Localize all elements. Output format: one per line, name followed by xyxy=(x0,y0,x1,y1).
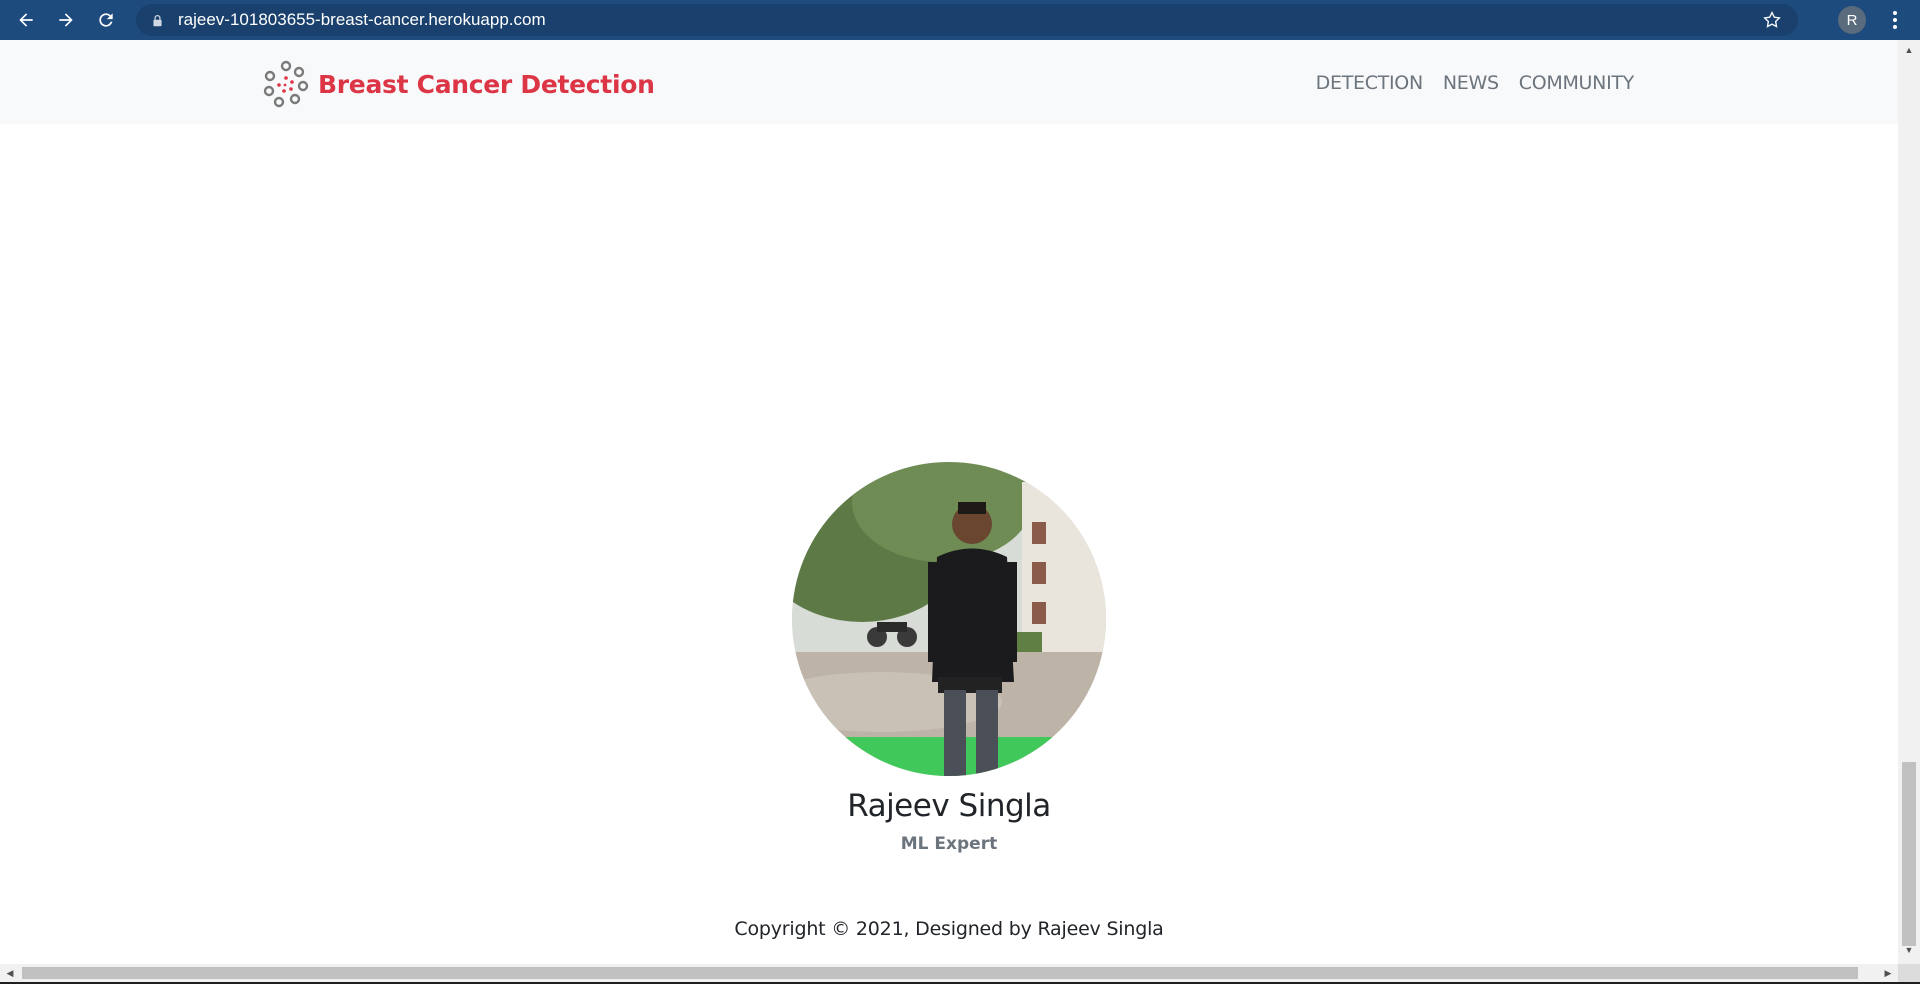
site-navbar: Breast Cancer Detection DETECTION NEWS C… xyxy=(0,40,1898,124)
scroll-left-icon[interactable]: ◀ xyxy=(4,967,16,979)
lock-icon xyxy=(150,13,164,27)
nav-menu: DETECTION NEWS COMMUNITY xyxy=(1296,72,1635,94)
forward-icon xyxy=(59,13,73,27)
nav-link-community[interactable]: COMMUNITY xyxy=(1519,72,1635,94)
brand-link[interactable]: Breast Cancer Detection xyxy=(262,60,655,108)
scroll-down-icon[interactable]: ▼ xyxy=(1903,944,1915,956)
nav-link-news[interactable]: NEWS xyxy=(1443,72,1499,94)
reload-icon xyxy=(99,13,113,27)
member-role: ML Expert xyxy=(900,834,998,854)
star-icon[interactable] xyxy=(1762,10,1782,30)
team-member-card: Rajeev Singla ML Expert xyxy=(0,462,1898,854)
footer-copyright: Copyright © 2021, Designed by Rajeev Sin… xyxy=(734,918,1164,940)
address-bar[interactable]: rajeev-101803655-breast-cancer.herokuapp… xyxy=(136,4,1798,36)
vertical-scrollbar[interactable]: ▲ ▼ xyxy=(1898,40,1920,964)
horizontal-scroll-thumb[interactable] xyxy=(22,967,1858,979)
scroll-right-icon[interactable]: ▶ xyxy=(1882,967,1894,979)
reload-button[interactable] xyxy=(86,0,126,40)
url-text: rajeev-101803655-breast-cancer.herokuapp… xyxy=(178,10,546,29)
forward-button[interactable] xyxy=(46,0,86,40)
horizontal-scrollbar[interactable]: ◀ ▶ xyxy=(0,964,1898,982)
nav-link-detection[interactable]: DETECTION xyxy=(1316,72,1424,94)
vertical-scroll-thumb[interactable] xyxy=(1902,762,1916,946)
member-photo xyxy=(792,462,1106,776)
scroll-up-icon[interactable]: ▲ xyxy=(1903,44,1915,56)
browser-toolbar: rajeev-101803655-breast-cancer.herokuapp… xyxy=(0,0,1920,40)
menu-icon[interactable] xyxy=(1880,0,1910,40)
profile-avatar[interactable]: R xyxy=(1838,6,1866,34)
brand-logo-icon xyxy=(263,60,309,108)
back-button[interactable] xyxy=(6,0,46,40)
member-name: Rajeev Singla xyxy=(847,788,1051,824)
brand-title[interactable]: Breast Cancer Detection xyxy=(318,70,655,99)
scrollbar-corner xyxy=(1898,964,1920,984)
back-icon xyxy=(19,13,33,27)
